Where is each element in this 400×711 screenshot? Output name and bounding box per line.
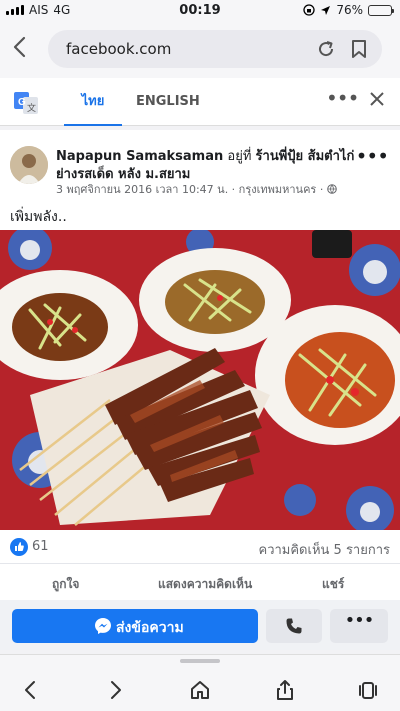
- comment-count[interactable]: ความคิดเห็น 5 รายการ: [259, 539, 391, 560]
- home-icon[interactable]: [189, 679, 211, 701]
- status-right: 76%: [303, 3, 394, 17]
- post-text: เพิ่มพลัง..: [10, 209, 67, 225]
- tab-thai[interactable]: ไทย: [64, 78, 122, 126]
- back-chevron-icon[interactable]: [12, 36, 34, 62]
- post-card: Napapun Samaksaman อยู่ที่ ร้านพี่ปุ้ย ส…: [0, 130, 400, 650]
- post-author-line: Napapun Samaksaman อยู่ที่ ร้านพี่ปุ้ย ส…: [56, 148, 356, 184]
- location-arrow-icon: [321, 5, 331, 15]
- post-actions: ถูกใจ แสดงความคิดเห็น แชร์: [0, 564, 400, 600]
- url-text: facebook.com: [66, 40, 172, 58]
- send-message-label: ส่งข้อความ: [116, 620, 184, 636]
- bookmark-icon[interactable]: [350, 39, 368, 59]
- messenger-icon: [95, 618, 111, 634]
- globe-icon: [327, 184, 337, 194]
- status-bar: AIS 4G 00:19 76%: [0, 0, 400, 22]
- at-text: อยู่ที่: [223, 149, 256, 164]
- drag-handle: [180, 659, 220, 663]
- post-more-icon[interactable]: •••: [356, 146, 389, 166]
- cta-row: ส่งข้อความ •••: [0, 600, 400, 650]
- reload-icon[interactable]: [316, 39, 336, 59]
- svg-text:文: 文: [27, 102, 36, 113]
- translate-bar: G 文 ไทย ENGLISH •••: [0, 78, 400, 126]
- lock-rotation-icon: [303, 4, 315, 16]
- like-reaction-icon: [10, 538, 28, 556]
- like-count[interactable]: 61: [32, 539, 49, 554]
- close-icon[interactable]: [366, 90, 388, 112]
- reactions-row: 61 ความคิดเห็น 5 รายการ: [0, 530, 400, 564]
- call-button[interactable]: [266, 609, 322, 643]
- svg-text:G: G: [18, 97, 26, 108]
- battery-percent: 76%: [336, 3, 363, 17]
- google-translate-icon: G 文: [14, 92, 38, 114]
- send-message-button[interactable]: ส่งข้อความ: [12, 609, 258, 643]
- share-button[interactable]: แชร์: [322, 575, 344, 594]
- post-photo[interactable]: [0, 230, 400, 530]
- post-timestamp: 3 พฤศจิกายน 2016 เวลา 10:47 น. · กรุงเทพ…: [56, 183, 327, 196]
- browser-toolbar: [0, 654, 400, 711]
- back-icon[interactable]: [20, 679, 42, 701]
- share-icon[interactable]: [274, 679, 296, 701]
- like-button[interactable]: ถูกใจ: [52, 575, 79, 594]
- forward-icon[interactable]: [104, 679, 126, 701]
- more-actions-button[interactable]: •••: [330, 609, 388, 643]
- author-name[interactable]: Napapun Samaksaman: [56, 149, 223, 164]
- battery-icon: [368, 4, 394, 16]
- post-meta: 3 พฤศจิกายน 2016 เวลา 10:47 น. · กรุงเทพ…: [56, 180, 337, 198]
- tabs-icon[interactable]: [357, 679, 379, 701]
- phone-icon: [286, 618, 302, 634]
- address-bar[interactable]: facebook.com: [48, 30, 382, 68]
- avatar[interactable]: [10, 146, 48, 184]
- browser-url-area: facebook.com: [0, 22, 400, 78]
- tab-english[interactable]: ENGLISH: [136, 78, 200, 126]
- more-options-icon[interactable]: •••: [326, 88, 359, 112]
- comment-button[interactable]: แสดงความคิดเห็น: [158, 575, 252, 594]
